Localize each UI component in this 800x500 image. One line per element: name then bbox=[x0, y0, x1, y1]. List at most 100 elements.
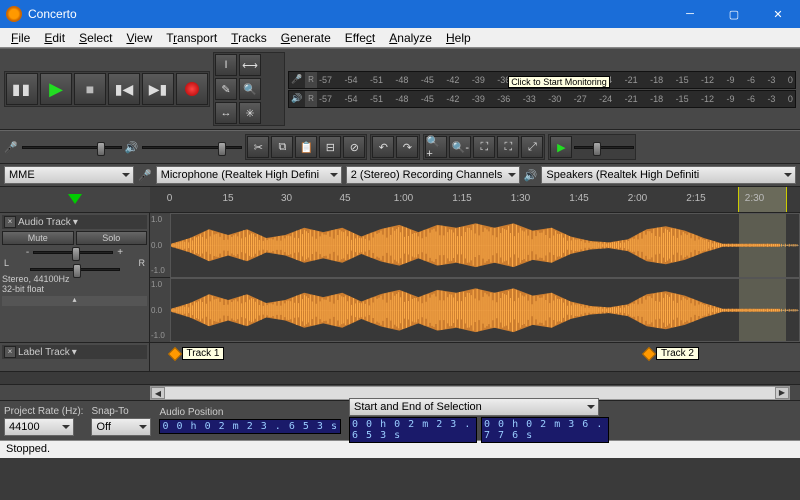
label-track: × Label Track ▾ Track 1 Track 2 bbox=[0, 343, 800, 372]
redo-button[interactable]: ↷ bbox=[396, 136, 418, 158]
selection-tool[interactable]: I bbox=[215, 54, 237, 76]
menu-effect[interactable]: Effect bbox=[338, 29, 382, 47]
position-label: Audio Position bbox=[159, 407, 341, 418]
window-titlebar: Concerto ─ ▢ ✕ bbox=[0, 0, 800, 28]
menu-select[interactable]: Select bbox=[72, 29, 119, 47]
scrub-play-button[interactable]: ▶ bbox=[550, 136, 572, 158]
snap-label: Snap-To bbox=[91, 406, 151, 417]
copy-button[interactable]: ⧉ bbox=[271, 136, 293, 158]
mixer-toolbar: 🎤 🔊 ✂ ⧉ 📋 ⊟ ⊘ ↶ ↷ 🔍+ 🔍- ⛶ ⛶ ⤢ ▶ bbox=[0, 130, 800, 164]
record-button[interactable] bbox=[176, 73, 208, 105]
playhead-icon[interactable] bbox=[68, 194, 82, 211]
waveform-right[interactable] bbox=[170, 278, 800, 343]
fit-selection-button[interactable]: ⛶ bbox=[473, 136, 495, 158]
multi-tool[interactable]: ✳ bbox=[239, 102, 261, 124]
selection-toolbar: Project Rate (Hz): 44100 Snap-To Off Aud… bbox=[0, 400, 800, 440]
pause-button[interactable]: ▮▮ bbox=[6, 73, 38, 105]
cut-button[interactable]: ✂ bbox=[247, 136, 269, 158]
channels-select[interactable]: 2 (Stereo) Recording Channels bbox=[346, 166, 520, 184]
skip-start-button[interactable]: ▮◀ bbox=[108, 73, 140, 105]
menu-view[interactable]: View bbox=[119, 29, 159, 47]
stop-button[interactable]: ■ bbox=[74, 73, 106, 105]
label-pin-icon bbox=[642, 346, 656, 360]
maximize-button[interactable]: ▢ bbox=[712, 0, 756, 28]
audio-position-field[interactable]: 0 0 h 0 2 m 2 3 . 6 5 3 s bbox=[159, 419, 341, 434]
zoom-group: 🔍+ 🔍- ⛶ ⛶ ⤢ bbox=[423, 134, 545, 160]
waveform-left[interactable] bbox=[170, 213, 800, 278]
project-rate-select[interactable]: 44100 bbox=[4, 418, 74, 436]
menu-help[interactable]: Help bbox=[439, 29, 478, 47]
label-marker[interactable]: Track 1 bbox=[170, 347, 225, 360]
window-title: Concerto bbox=[28, 7, 668, 21]
playback-volume[interactable]: 🔊 bbox=[125, 141, 243, 154]
scrub-group: ▶ bbox=[548, 134, 636, 160]
label-marker[interactable]: Track 2 bbox=[644, 347, 699, 360]
play-meter[interactable]: 🔊 R -57-54-51-48-45-42-39-36-33-30-27-24… bbox=[288, 90, 796, 108]
meter-hint: Click to Start Monitoring bbox=[508, 76, 610, 88]
menu-generate[interactable]: Generate bbox=[274, 29, 338, 47]
fit-project-button[interactable]: ⛶ bbox=[497, 136, 519, 158]
solo-button[interactable]: Solo bbox=[76, 231, 148, 245]
silence-button[interactable]: ⊘ bbox=[343, 136, 365, 158]
selection-mode-select[interactable]: Start and End of Selection bbox=[349, 398, 599, 416]
menu-file[interactable]: File bbox=[4, 29, 37, 47]
mute-button[interactable]: Mute bbox=[2, 231, 74, 245]
chevron-down-icon[interactable]: ▾ bbox=[73, 217, 78, 228]
track-close-button[interactable]: × bbox=[4, 216, 16, 228]
menu-edit[interactable]: Edit bbox=[37, 29, 72, 47]
timeline-ruler[interactable]: -1501530451:001:151:301:452:002:152:302:… bbox=[0, 187, 800, 213]
speaker-icon: 🔊 bbox=[524, 169, 538, 182]
menu-analyze[interactable]: Analyze bbox=[382, 29, 439, 47]
label-track-name: Label Track bbox=[18, 347, 70, 358]
selection-start-field[interactable]: 0 0 h 0 2 m 2 3 . 6 5 3 s bbox=[349, 417, 477, 443]
draw-tool[interactable]: ✎ bbox=[215, 78, 237, 100]
close-button[interactable]: ✕ bbox=[756, 0, 800, 28]
device-toolbar: MME 🎤 Microphone (Realtek High Defini 2 … bbox=[0, 164, 800, 187]
zoom-tool[interactable]: 🔍 bbox=[239, 78, 261, 100]
menubar: File Edit Select View Transport Tracks G… bbox=[0, 28, 800, 48]
zoom-in-button[interactable]: 🔍+ bbox=[425, 136, 447, 158]
input-device-select[interactable]: Microphone (Realtek High Defini bbox=[156, 166, 342, 184]
undo-group: ↶ ↷ bbox=[370, 134, 420, 160]
zoom-toggle-button[interactable]: ⤢ bbox=[521, 136, 543, 158]
label-pin-icon bbox=[167, 346, 181, 360]
trim-button[interactable]: ⊟ bbox=[319, 136, 341, 158]
gain-slider[interactable]: -+ bbox=[2, 247, 147, 258]
envelope-tool[interactable]: ⟷ bbox=[239, 54, 261, 76]
waveform-area[interactable]: 1.00.0-1.0 1.00.0-1.0 bbox=[150, 213, 800, 342]
undo-button[interactable]: ↶ bbox=[372, 136, 394, 158]
app-icon bbox=[6, 6, 22, 22]
chevron-down-icon[interactable]: ▾ bbox=[72, 347, 77, 358]
rate-label: Project Rate (Hz): bbox=[4, 406, 83, 417]
paste-button[interactable]: 📋 bbox=[295, 136, 317, 158]
selection-end-field[interactable]: 0 0 h 0 2 m 3 6 . 7 7 6 s bbox=[481, 417, 609, 443]
label-text[interactable]: Track 1 bbox=[182, 347, 225, 360]
output-device-select[interactable]: Speakers (Realtek High Definiti bbox=[541, 166, 796, 184]
tools-group: I ⟷ ✎ 🔍 ↔ ✳ bbox=[213, 52, 285, 126]
speaker-icon: 🔊 bbox=[125, 141, 139, 154]
menu-tracks[interactable]: Tracks bbox=[224, 29, 274, 47]
track-control-panel: × Audio Track ▾ Mute Solo -+ LR Stereo, … bbox=[0, 213, 150, 342]
record-meter[interactable]: 🎤 R Click to Start Monitoring-57-54-51-4… bbox=[288, 71, 796, 89]
timeshift-tool[interactable]: ↔ bbox=[215, 102, 237, 124]
transport-group: ▮▮ ▶ ■ ▮◀ ▶▮ bbox=[4, 71, 210, 107]
edit-group: ✂ ⧉ 📋 ⊟ ⊘ bbox=[245, 134, 367, 160]
zoom-out-button[interactable]: 🔍- bbox=[449, 136, 471, 158]
transport-toolbar: ▮▮ ▶ ■ ▮◀ ▶▮ I ⟷ ✎ 🔍 ↔ ✳ 🎤 R Click to St… bbox=[0, 48, 800, 130]
audio-host-select[interactable]: MME bbox=[4, 166, 134, 184]
track-name: Audio Track bbox=[18, 217, 71, 228]
play-button[interactable]: ▶ bbox=[40, 73, 72, 105]
menu-transport[interactable]: Transport bbox=[159, 29, 224, 47]
collapse-button[interactable]: ▴ bbox=[2, 296, 147, 306]
label-track-close-button[interactable]: × bbox=[4, 346, 16, 358]
minimize-button[interactable]: ─ bbox=[668, 0, 712, 28]
mic-icon: 🎤 bbox=[138, 169, 152, 182]
snap-to-select[interactable]: Off bbox=[91, 418, 151, 436]
scrub-speed[interactable] bbox=[574, 136, 634, 158]
record-volume[interactable]: 🎤 bbox=[4, 141, 122, 154]
audio-track: × Audio Track ▾ Mute Solo -+ LR Stereo, … bbox=[0, 213, 800, 343]
label-track-content[interactable]: Track 1 Track 2 bbox=[150, 343, 800, 371]
pan-slider[interactable] bbox=[2, 268, 147, 271]
label-text[interactable]: Track 2 bbox=[656, 347, 699, 360]
skip-end-button[interactable]: ▶▮ bbox=[142, 73, 174, 105]
